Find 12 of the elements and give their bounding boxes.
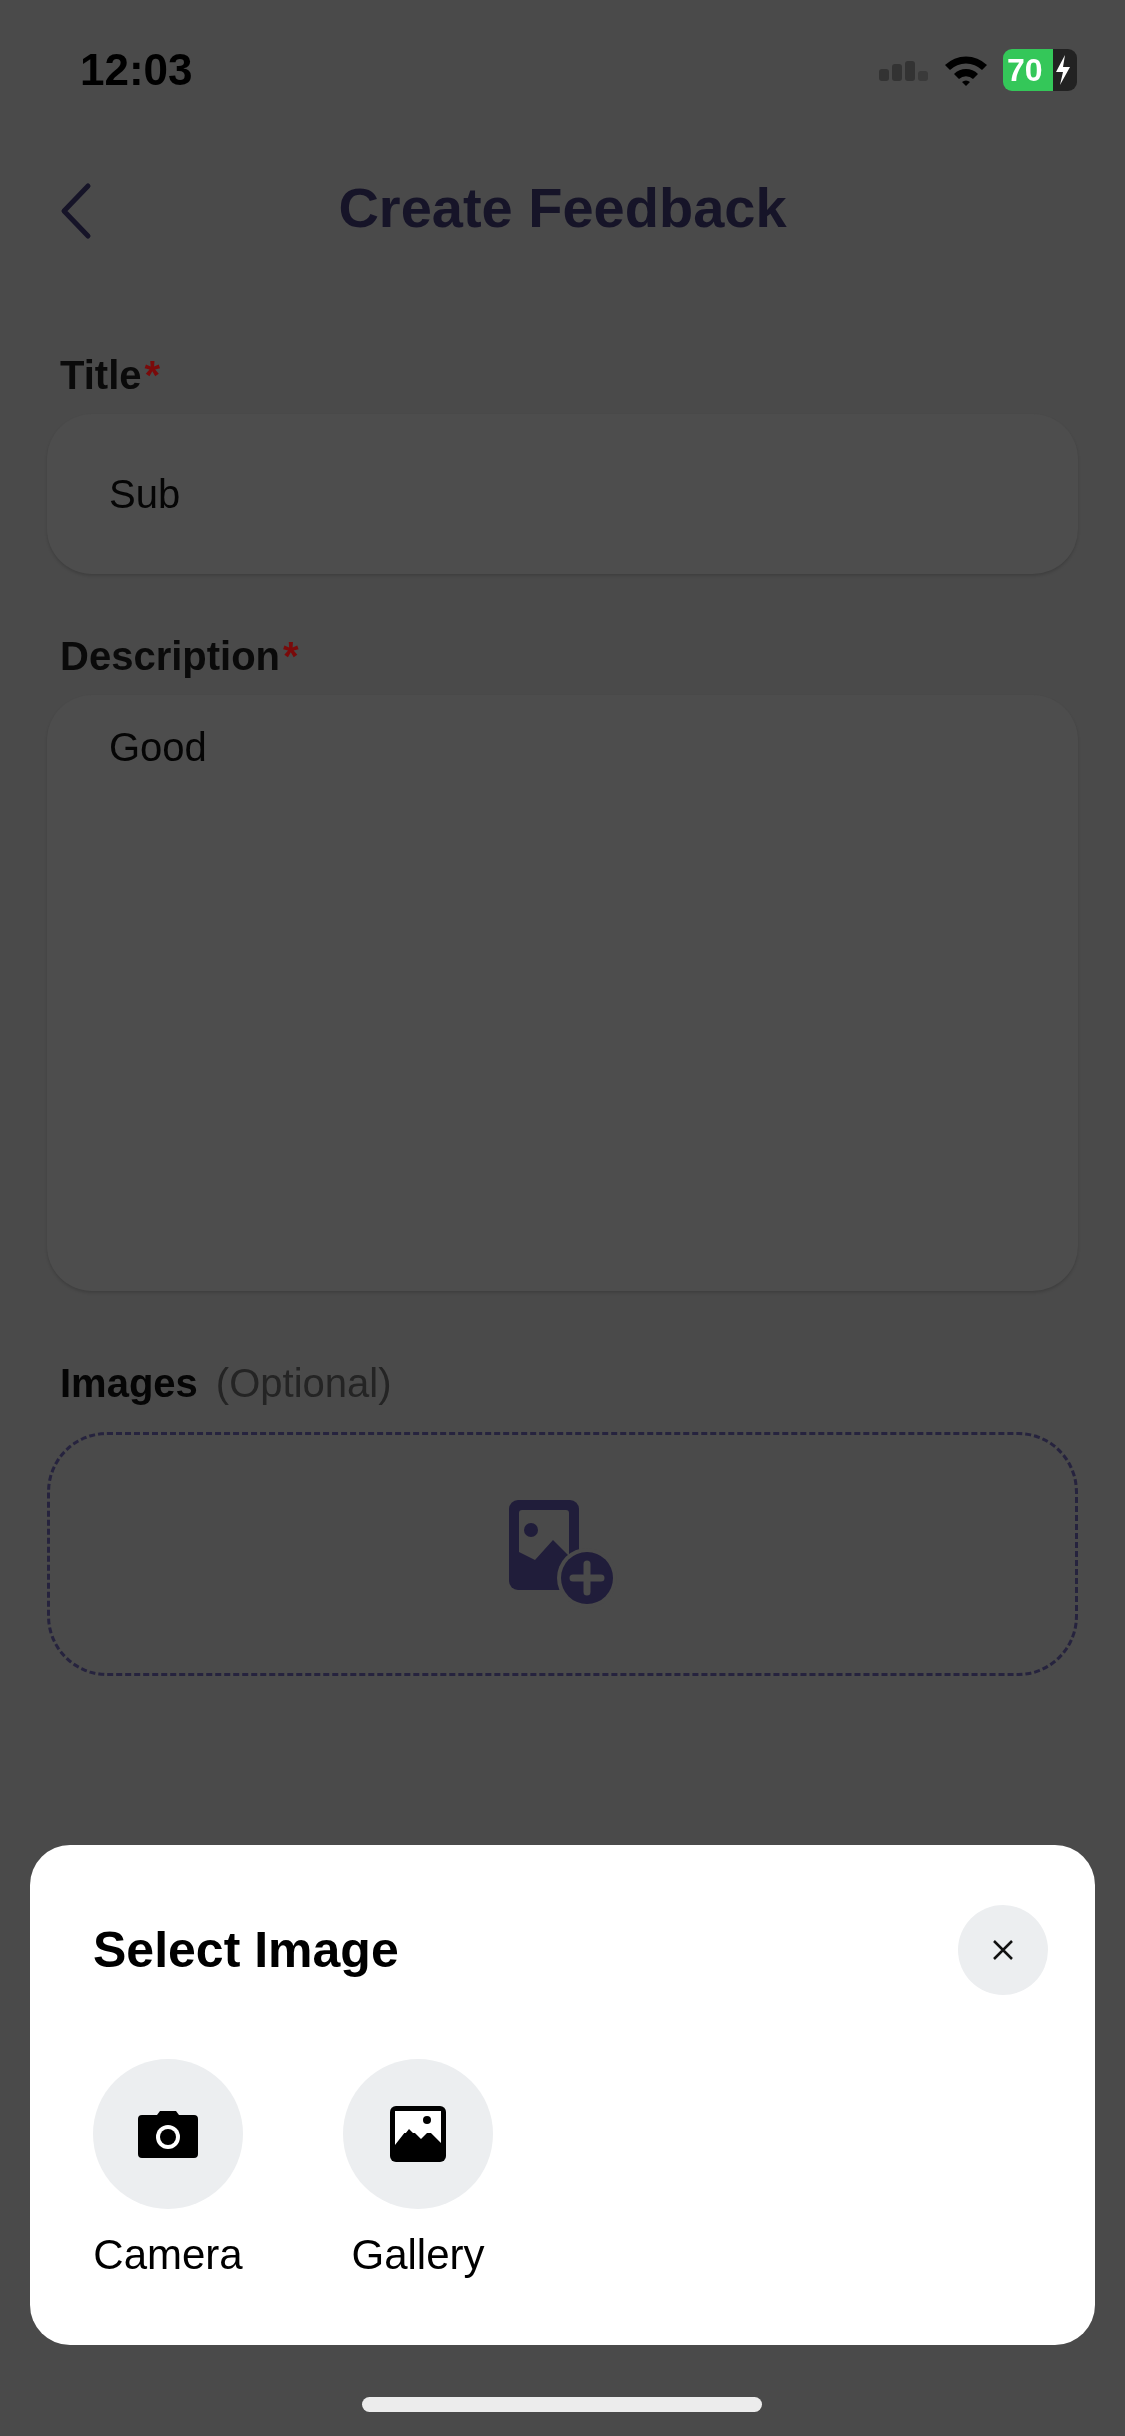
close-icon [992,1939,1014,1961]
field-label: Description [60,634,281,679]
field-label: Title [60,353,142,398]
field-label: Images [60,1361,198,1406]
required-mark: * [283,634,299,679]
image-drop-zone[interactable] [47,1432,1078,1676]
camera-icon [137,2109,199,2159]
wifi-icon [943,53,989,87]
status-time: 12:03 [80,45,193,95]
required-mark: * [144,353,161,398]
sheet-title: Select Image [93,1921,399,1979]
gallery-icon [389,2105,447,2163]
